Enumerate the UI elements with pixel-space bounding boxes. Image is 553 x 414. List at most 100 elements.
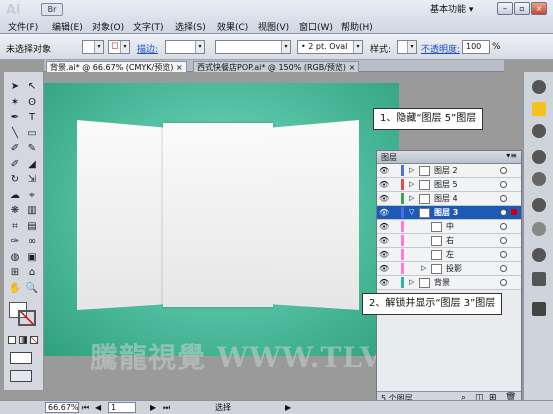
- visibility-eye-icon[interactable]: 👁: [379, 180, 389, 189]
- fold-panel-left[interactable]: [77, 120, 165, 310]
- lasso-icon[interactable]: ʘ: [25, 96, 39, 110]
- expand-triangle-icon[interactable]: ▷: [409, 178, 414, 191]
- menu-edit[interactable]: 编辑(E): [52, 22, 83, 34]
- layer-row[interactable]: 👁 ▷ 投影: [377, 262, 521, 276]
- column-graph-icon[interactable]: ▥: [25, 204, 39, 218]
- live-paint-select-icon[interactable]: ▣: [25, 251, 39, 265]
- brush-definition[interactable]: • 2 pt. Oval ▾: [297, 40, 363, 54]
- menu-effect[interactable]: 效果(C): [217, 22, 248, 34]
- menu-select[interactable]: 选择(S): [175, 22, 206, 34]
- bridge-button[interactable]: Br: [41, 3, 63, 16]
- close-icon[interactable]: ×: [349, 63, 356, 72]
- blob-brush-icon[interactable]: ✐: [8, 158, 22, 172]
- layer-row[interactable]: 👁 右: [377, 234, 521, 248]
- fill-swatch[interactable]: ▾: [82, 40, 104, 54]
- menu-window[interactable]: 窗口(W): [299, 22, 333, 34]
- selection-arrow-icon[interactable]: ➤: [8, 80, 22, 94]
- restore-button[interactable]: ▫: [514, 2, 530, 15]
- appearance-panel-icon[interactable]: [532, 222, 546, 236]
- lock-toggle-icon[interactable]: [389, 264, 397, 273]
- lock-toggle-icon[interactable]: [389, 222, 397, 231]
- swatches-panel-icon[interactable]: [532, 102, 546, 116]
- expand-triangle-icon[interactable]: ▷: [409, 192, 414, 205]
- visibility-eye-icon[interactable]: 👁: [379, 250, 389, 259]
- lock-toggle-icon[interactable]: [389, 278, 397, 287]
- artboards-panel-icon[interactable]: [532, 302, 546, 316]
- opacity-input[interactable]: 100: [462, 40, 490, 54]
- target-circle-icon[interactable]: [500, 279, 507, 286]
- target-circle-icon[interactable]: [500, 265, 507, 272]
- blend-icon[interactable]: ∞: [25, 235, 39, 249]
- target-circle-icon[interactable]: [500, 167, 507, 174]
- tab-background-doc[interactable]: 背景.ai* @ 66.67% (CMYK/预览) ×: [46, 61, 187, 72]
- artboard-number-field[interactable]: 1: [108, 402, 136, 413]
- fold-panel-right[interactable]: [271, 120, 359, 310]
- visibility-eye-icon[interactable]: 👁: [379, 194, 389, 203]
- type-icon[interactable]: T: [25, 111, 39, 125]
- visibility-eye-icon[interactable]: 👁: [379, 208, 389, 217]
- warp-icon[interactable]: ☁: [8, 189, 22, 203]
- rotate-icon[interactable]: ↻: [8, 173, 22, 187]
- menu-help[interactable]: 帮助(H): [341, 22, 373, 34]
- variable-width-profile[interactable]: ▾: [215, 40, 291, 54]
- layer-row[interactable]: 👁 左: [377, 248, 521, 262]
- fold-panel-center[interactable]: [163, 123, 273, 307]
- slice-icon[interactable]: ⌂: [25, 266, 39, 280]
- opacity-label[interactable]: 不透明度:: [421, 42, 460, 55]
- transparency-panel-icon[interactable]: [532, 198, 546, 212]
- draw-mode-icon[interactable]: [10, 352, 32, 364]
- lock-toggle-icon[interactable]: [389, 208, 397, 217]
- graphic-style-swatch[interactable]: ▾: [397, 40, 417, 54]
- zoom-icon[interactable]: 🔍: [25, 282, 39, 296]
- magic-wand-icon[interactable]: ✶: [8, 96, 22, 110]
- menu-type[interactable]: 文字(T): [133, 22, 164, 34]
- hand-icon[interactable]: ✋: [8, 282, 22, 296]
- first-page-icon[interactable]: ⏮: [82, 401, 89, 414]
- last-page-icon[interactable]: ⏭: [163, 401, 170, 414]
- panel-menu-icon[interactable]: ▾≡: [506, 151, 517, 160]
- expand-triangle-icon[interactable]: ▷: [409, 164, 414, 177]
- screen-mode-icon[interactable]: [10, 370, 32, 382]
- color-panel-icon[interactable]: [532, 80, 546, 94]
- target-circle-icon[interactable]: [500, 195, 507, 202]
- symbol-sprayer-icon[interactable]: ❋: [8, 204, 22, 218]
- graphic-styles-panel-icon[interactable]: [532, 248, 546, 262]
- gradient-icon[interactable]: ▤: [25, 220, 39, 234]
- menu-object[interactable]: 对象(O): [92, 22, 124, 34]
- lock-toggle-icon[interactable]: [389, 250, 397, 259]
- stroke-swatch[interactable]: ◻ ▾: [108, 40, 130, 54]
- pen-icon[interactable]: ✒: [8, 111, 22, 125]
- rectangle-icon[interactable]: ▭: [25, 127, 39, 141]
- zoom-field[interactable]: 66.67%: [45, 402, 79, 413]
- layer-row[interactable]: 👁 ▷ 图层 2: [377, 164, 521, 178]
- lock-toggle-icon[interactable]: [389, 236, 397, 245]
- next-page-icon[interactable]: ▶: [150, 401, 156, 414]
- stroke-color-icon[interactable]: [18, 310, 36, 326]
- none-mode-icon[interactable]: [30, 336, 38, 344]
- mesh-icon[interactable]: ⌗: [8, 220, 22, 234]
- layers-panel-icon[interactable]: [532, 272, 546, 286]
- layer-row[interactable]: 👁 ▷ 图层 5: [377, 178, 521, 192]
- lock-toggle-icon[interactable]: [389, 180, 397, 189]
- expand-triangle-icon[interactable]: ▽: [409, 206, 414, 219]
- brushes-panel-icon[interactable]: [532, 124, 546, 138]
- layer-row[interactable]: 👁 ▷ 图层 4: [377, 192, 521, 206]
- visibility-eye-icon[interactable]: 👁: [379, 236, 389, 245]
- menu-file[interactable]: 文件(F): [8, 22, 38, 34]
- gradient-mode-icon[interactable]: [19, 336, 27, 344]
- eyedropper-icon[interactable]: ✑: [8, 235, 22, 249]
- expand-triangle-icon[interactable]: ▷: [421, 262, 426, 275]
- selection-indicator[interactable]: [511, 209, 517, 215]
- visibility-eye-icon[interactable]: 👁: [379, 166, 389, 175]
- menu-view[interactable]: 视图(V): [258, 22, 289, 34]
- crop-icon[interactable]: ⊞: [8, 266, 22, 280]
- stroke-panel-icon[interactable]: [532, 150, 546, 164]
- scale-icon[interactable]: ⇲: [25, 173, 39, 187]
- free-transform-icon[interactable]: ⌖: [25, 189, 39, 203]
- target-circle-icon[interactable]: [500, 223, 507, 230]
- pencil-icon[interactable]: ✎: [25, 142, 39, 156]
- layers-panel-header[interactable]: 图层 ▾≡: [377, 151, 521, 164]
- stroke-weight[interactable]: ▾: [165, 40, 205, 54]
- color-mode-icon[interactable]: [8, 336, 16, 344]
- paintbrush-icon[interactable]: ✐: [8, 142, 22, 156]
